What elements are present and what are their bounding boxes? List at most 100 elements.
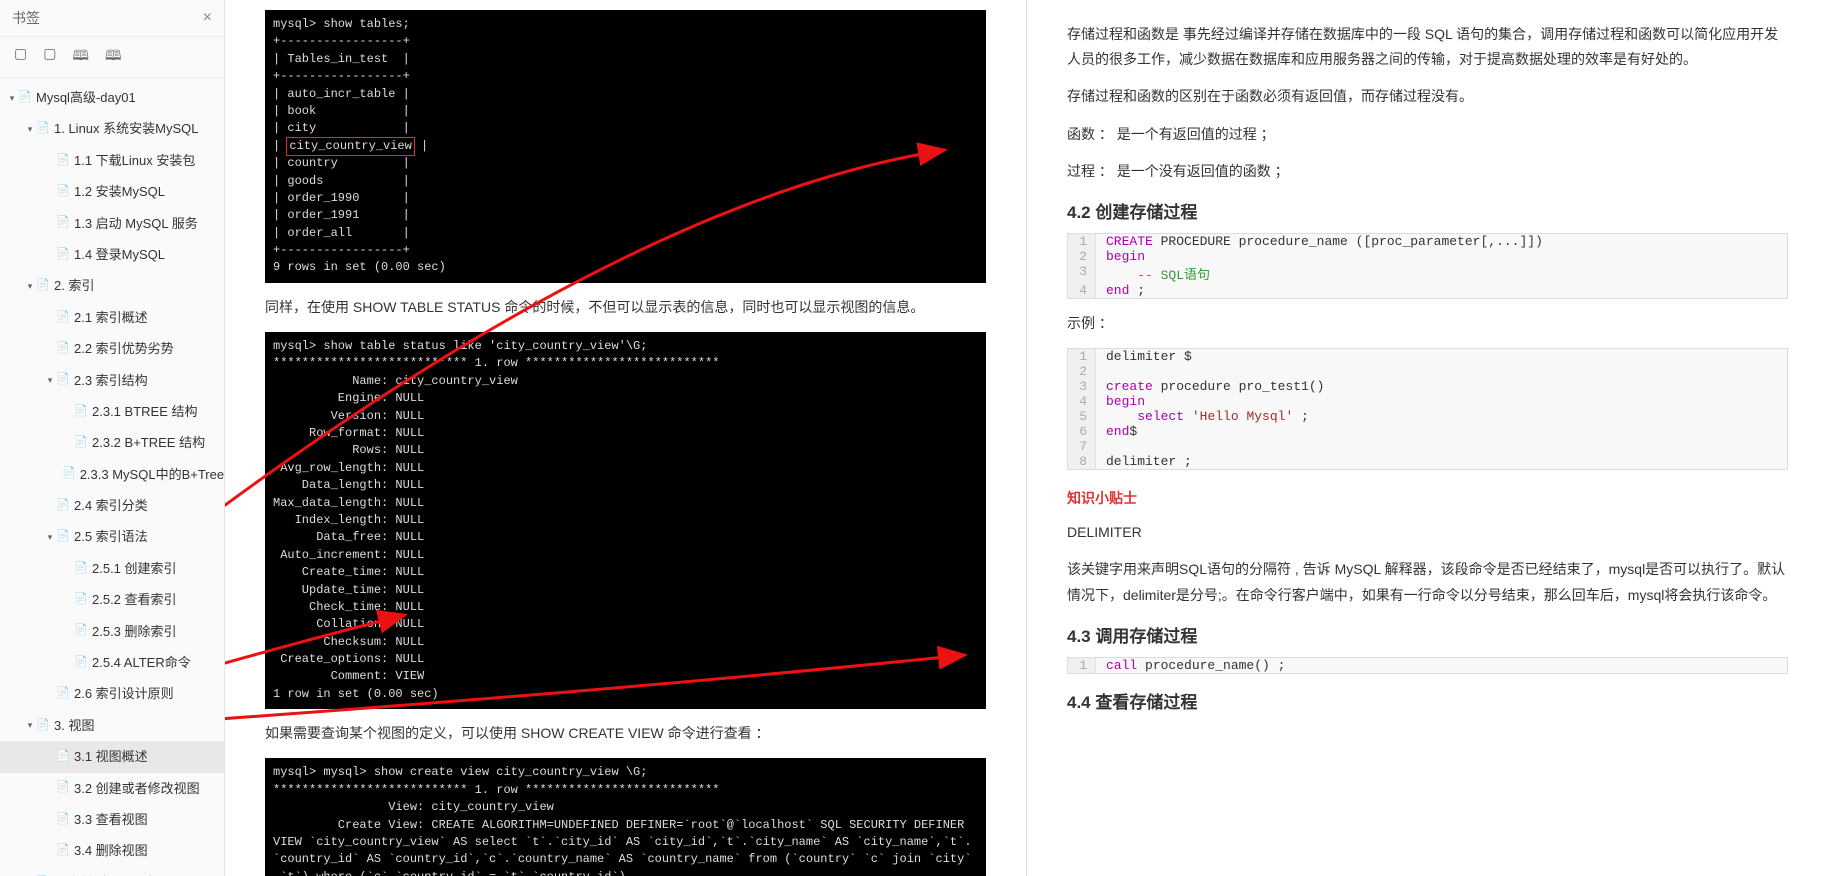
bookmark-item-icon: 📄 <box>36 276 50 296</box>
caret-icon: ▾ <box>24 121 36 137</box>
bookmark-item-icon: 📄 <box>74 402 88 422</box>
bookmark-item-icon: 📄 <box>62 464 76 484</box>
paragraph: 如果需要查询某个视图的定义，可以使用 SHOW CREATE VIEW 命令进行… <box>265 721 986 746</box>
tree-item[interactable]: 📄3.3 查看视图 <box>0 804 224 835</box>
tree-item-label: 2.1 索引概述 <box>74 306 148 329</box>
tree-item[interactable]: 📄2.5.2 查看索引 <box>0 584 224 615</box>
tree-item[interactable]: ▾📄2.5 索引语法 <box>0 521 224 552</box>
tree-item[interactable]: 📄2.6 索引设计原则 <box>0 678 224 709</box>
tree-item-label: 2.4 索引分类 <box>74 494 148 517</box>
code-procedure-example: 1delimiter $23create procedure pro_test1… <box>1067 348 1788 470</box>
bookmark-item-icon: 📄 <box>56 151 70 171</box>
tree-item[interactable]: 📄3.1 视图概述 <box>0 741 224 772</box>
bookmark-item-icon: 📄 <box>74 621 88 641</box>
tree-item-label: 2.2 索引优势劣势 <box>74 337 174 360</box>
tree-item[interactable]: 📄2.3.2 B+TREE 结构 <box>0 427 224 458</box>
tree-item[interactable]: ▾📄1. Linux 系统安装MySQL <box>0 113 224 144</box>
bookmark-item-icon: 📄 <box>56 308 70 328</box>
tree-item-label: 2.5.1 创建索引 <box>92 557 177 580</box>
right-page: 存储过程和函数是 事先经过编译并存储在数据库中的一段 SQL 语句的集合，调用存… <box>1027 0 1828 876</box>
close-icon[interactable]: × <box>203 9 212 27</box>
tree-item[interactable]: 📄3.4 删除视图 <box>0 835 224 866</box>
tip-subtitle: DELIMITER <box>1067 520 1788 545</box>
tree-item-label: 1. Linux 系统安装MySQL <box>54 117 199 140</box>
tree-item[interactable]: 📄2.1 索引概述 <box>0 302 224 333</box>
bookmark-item-icon: 📄 <box>56 370 70 390</box>
paragraph: 存储过程和函数是 事先经过编译并存储在数据库中的一段 SQL 语句的集合，调用存… <box>1067 22 1788 72</box>
terminal-show-tables: mysql> show tables;+-----------------+| … <box>265 10 986 283</box>
tree-item[interactable]: 📄2.2 索引优势劣势 <box>0 333 224 364</box>
code-create-procedure: 1CREATE PROCEDURE procedure_name ([proc_… <box>1067 233 1788 299</box>
tree-item-label: 2.3.1 BTREE 结构 <box>92 400 197 423</box>
caret-icon: ▾ <box>24 717 36 733</box>
bookmark-item-icon: 📄 <box>74 590 88 610</box>
tree-item[interactable]: 📄2.5.1 创建索引 <box>0 553 224 584</box>
tree-item-label: 3. 视图 <box>54 714 94 737</box>
tip-title: 知识小贴士 <box>1067 488 1788 508</box>
tree-item[interactable]: ▾📄2. 索引 <box>0 270 224 301</box>
tree-item-label: 2.5 索引语法 <box>74 525 148 548</box>
tool-icon-2[interactable]: ▢ <box>43 45 56 69</box>
tree-item[interactable]: 📄3.2 创建或者修改视图 <box>0 773 224 804</box>
tree-item[interactable]: ▾📄3. 视图 <box>0 710 224 741</box>
terminal-table-status: mysql> show table status like 'city_coun… <box>265 332 986 709</box>
bookmark-item-icon: 📄 <box>56 339 70 359</box>
tree-item-label: 2.3.3 MySQL中的B+Tree <box>80 463 224 486</box>
bookmark-item-icon: 📄 <box>56 841 70 861</box>
tree-item[interactable]: ▸📄4. 存储过程和函数 <box>0 867 224 876</box>
heading-4-3: 4.3 调用存储过程 <box>1067 622 1788 647</box>
tree-item-label: 2.5.2 查看索引 <box>92 588 177 611</box>
bookmark-item-icon: 📄 <box>56 810 70 830</box>
tree-item-label: 3.3 查看视图 <box>74 808 148 831</box>
paragraph: 同样，在使用 SHOW TABLE STATUS 命令的时候，不但可以显示表的信… <box>265 295 986 320</box>
tree-item[interactable]: 📄1.3 启动 MySQL 服务 <box>0 208 224 239</box>
tree-item[interactable]: ▾📄Mysql高级-day01 <box>0 82 224 113</box>
tree-item-label: 2. 索引 <box>54 274 94 297</box>
tree-item[interactable]: 📄2.4 索引分类 <box>0 490 224 521</box>
tree-item-label: 1.3 启动 MySQL 服务 <box>74 212 198 235</box>
tree-item[interactable]: 📄2.3.1 BTREE 结构 <box>0 396 224 427</box>
tree-item[interactable]: 📄1.1 下载Linux 安装包 <box>0 145 224 176</box>
bookmark-item-icon: 📄 <box>36 716 50 736</box>
terminal-show-create-view: mysql> mysql> show create view city_coun… <box>265 758 986 876</box>
tree-item[interactable]: ▾📄2.3 索引结构 <box>0 365 224 396</box>
caret-icon: ▾ <box>44 529 56 545</box>
tool-icon-1[interactable]: ▢ <box>14 45 27 69</box>
paragraph: 函数 ： 是一个有返回值的过程 ； <box>1067 122 1788 147</box>
bookmark-item-icon: 📄 <box>74 559 88 579</box>
tip-body: 该关键字用来声明SQL语句的分隔符 , 告诉 MySQL 解释器，该段命令是否已… <box>1067 557 1788 607</box>
sidebar-title: 书签 <box>12 8 40 28</box>
caret-icon: ▾ <box>44 372 56 388</box>
bookmark-item-icon: 📄 <box>36 119 50 139</box>
bookmark-item-icon: 📄 <box>56 245 70 265</box>
bookmark-item-icon: 📄 <box>56 527 70 547</box>
tree-item-label: Mysql高级-day01 <box>36 86 136 109</box>
caret-icon: ▾ <box>24 278 36 294</box>
tree-item-label: 1.4 登录MySQL <box>74 243 165 266</box>
tree-item-label: 3.1 视图概述 <box>74 745 148 768</box>
heading-4-2: 4.2 创建存储过程 <box>1067 198 1788 223</box>
tree-item-label: 3.4 删除视图 <box>74 839 148 862</box>
tree-item[interactable]: 📄1.4 登录MySQL <box>0 239 224 270</box>
tree-item[interactable]: 📄2.5.3 删除索引 <box>0 616 224 647</box>
tree-item[interactable]: 📄1.2 安装MySQL <box>0 176 224 207</box>
bookmark-outline-icon[interactable]: 🕮 <box>105 45 122 69</box>
tree-item-label: 1.2 安装MySQL <box>74 180 165 203</box>
paragraph: 存储过程和函数的区别在于函数必须有返回值，而存储过程没有。 <box>1067 84 1788 109</box>
bookmark-item-icon: 📄 <box>74 433 88 453</box>
tree-item-label: 4. 存储过程和函数 <box>54 871 159 876</box>
bookmark-item-icon: 📄 <box>56 213 70 233</box>
bookmark-item-icon: 📄 <box>18 88 32 108</box>
bookmark-tree[interactable]: ▾📄Mysql高级-day01▾📄1. Linux 系统安装MySQL📄1.1 … <box>0 78 224 876</box>
tree-item-label: 2.6 索引设计原则 <box>74 682 174 705</box>
paragraph: 过程 ： 是一个没有返回值的函数 ； <box>1067 159 1788 184</box>
bookmark-item-icon: 📄 <box>56 182 70 202</box>
tree-item[interactable]: 📄2.3.3 MySQL中的B+Tree <box>0 459 224 490</box>
bookmarks-sidebar: 书签 × ▢ ▢ 🕮 🕮 ▾📄Mysql高级-day01▾📄1. Linux 系… <box>0 0 225 876</box>
tree-item[interactable]: 📄2.5.4 ALTER命令 <box>0 647 224 678</box>
bookmark-item-icon: 📄 <box>36 873 50 876</box>
content-columns: mysql> show tables;+-----------------+| … <box>225 0 1828 876</box>
tree-item-label: 2.5.4 ALTER命令 <box>92 651 191 674</box>
bookmark-icon[interactable]: 🕮 <box>72 45 89 69</box>
tree-item-label: 3.2 创建或者修改视图 <box>74 777 200 800</box>
